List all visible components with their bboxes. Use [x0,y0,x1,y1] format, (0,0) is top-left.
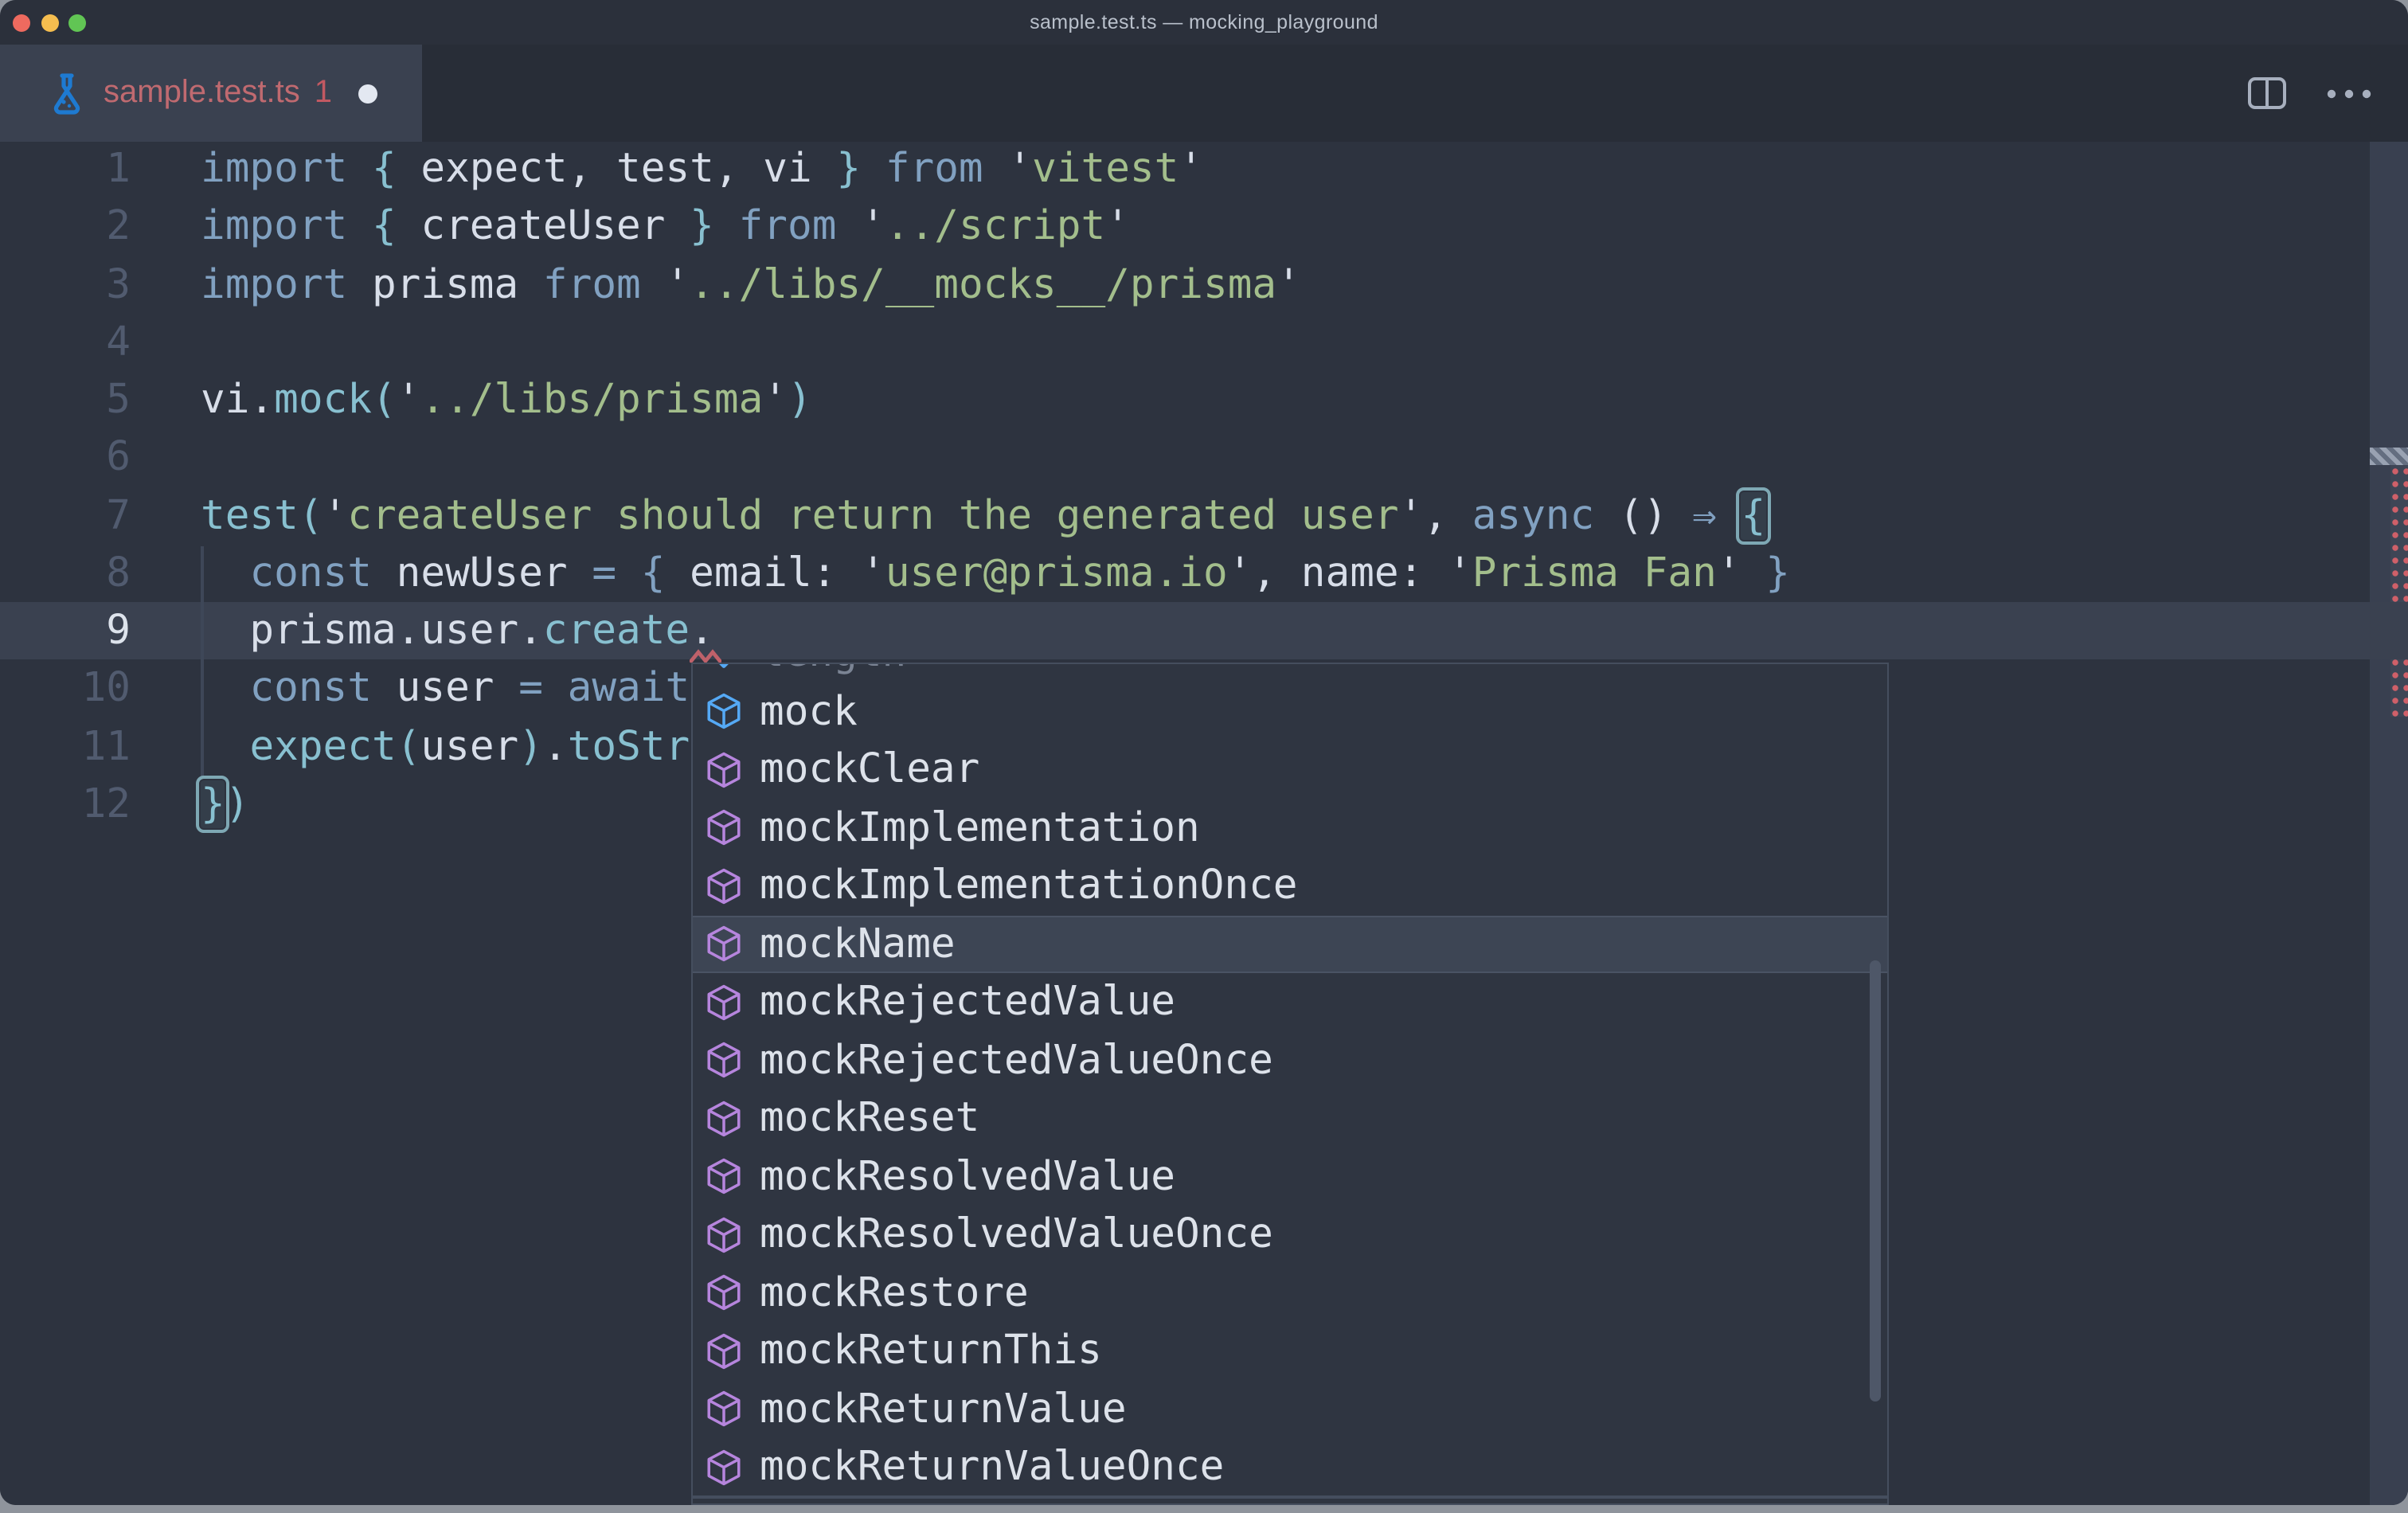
cube-icon [704,1099,744,1139]
line-number: 4 [0,314,131,372]
code-text: prisma.user.create. [201,602,714,660]
cube-icon [704,1157,744,1197]
cube-icon [704,750,744,790]
autocomplete-item[interactable]: mockClear [693,741,1887,799]
code-text: const user = await [201,660,690,718]
line-number: 10 [0,660,131,718]
code-line[interactable]: 6 [0,429,2408,487]
autocomplete-label: mockClear [760,746,979,794]
cube-icon [704,808,744,848]
code-line[interactable]: 8 const newUser = { email: 'user@prisma.… [0,545,2408,603]
line-number: 1 [0,140,131,198]
autocomplete-label: mockRejectedValueOnce [760,1037,1273,1085]
line-number: 8 [0,545,131,603]
flask-test-icon [48,71,86,115]
popup-separator [693,1495,1887,1498]
autocomplete-popup: length mock mockClear mockImplementation moc… [691,663,1889,1505]
code-text: vi.mock('../libs/prisma') [201,371,812,429]
autocomplete-item[interactable]: mockImplementation [693,799,1887,857]
code-line[interactable]: 4 [0,314,2408,372]
cube-icon [704,1041,744,1081]
tab-actions [2247,45,2408,142]
popup-scrollbar-thumb[interactable] [1870,960,1881,1402]
autocomplete-label: mockReturnValueOnce [760,1444,1224,1491]
line-number: 11 [0,717,131,776]
tab-sample-test-ts[interactable]: sample.test.ts 1 [0,45,422,142]
code-text: expect(user).toStri [201,717,714,776]
code-text: test('createUser should return the gener… [201,487,1765,545]
code-line[interactable]: 7 test('createUser should return the gene… [0,487,2408,545]
line-number: 12 [0,776,131,834]
code-text: import { expect, test, vi } from 'vitest… [201,140,1203,198]
line-number: 3 [0,256,131,314]
error-squiggle [690,648,721,664]
autocomplete-label: mockReset [760,1095,979,1143]
autocomplete-item[interactable]: mockReset [693,1089,1887,1147]
code-text: const newUser = { email: 'user@prisma.io… [201,545,1790,603]
autocomplete-item[interactable]: mockReturnValue [693,1380,1887,1438]
autocomplete-label: mockRejectedValue [760,979,1175,1026]
autocomplete-label: mockResolvedValue [760,1153,1175,1201]
autocomplete-label: mockName [760,921,956,968]
cube-icon [704,692,744,732]
autocomplete-label: mockReturnThis [760,1327,1102,1375]
autocomplete-item[interactable]: length [693,663,1887,682]
code-line[interactable]: 1 import { expect, test, vi } from 'vites… [0,140,2408,198]
autocomplete-label: mockRestore [760,1269,1029,1317]
cube-icon [704,1273,744,1313]
autocomplete-item[interactable]: mockRestore [693,1264,1887,1322]
code-text: import prisma from '../libs/__mocks__/pr… [201,256,1301,314]
window-title: sample.test.ts — mocking_playground [0,0,2408,45]
code-text: }) [201,776,249,834]
line-number: 7 [0,487,131,545]
more-actions-icon[interactable] [2325,87,2373,100]
arrow-down-icon [704,663,744,674]
autocomplete-item-selected[interactable]: mockName [693,915,1887,973]
autocomplete-item[interactable]: mockReturnValueOnce [693,1438,1887,1496]
autocomplete-label: mockImplementationOnce [760,862,1298,910]
line-number: 9 [0,602,131,660]
autocomplete-item[interactable]: mockReturnThis [693,1322,1887,1380]
code-line[interactable]: 3 import prisma from '../libs/__mocks__/p… [0,256,2408,314]
cube-icon [704,1448,744,1488]
code-line[interactable]: 9 prisma.user.create. [0,602,2408,660]
autocomplete-item[interactable]: mockRejectedValue [693,973,1887,1031]
modified-dot-icon [358,84,377,103]
cube-icon [704,1390,744,1429]
autocomplete-item[interactable]: mockImplementationOnce [693,857,1887,915]
code-line[interactable]: 2 import { createUser } from '../script' [0,198,2408,256]
autocomplete-item[interactable]: mockResolvedValue [693,1147,1887,1206]
tab-error-count: 1 [315,75,332,111]
line-number: 6 [0,429,131,487]
tab-bar: sample.test.ts 1 [0,45,2408,142]
autocomplete-label: mockImplementation [760,804,1200,852]
editor-window: sample.test.ts — mocking_playground samp… [0,0,2408,1505]
code-text: import { createUser } from '../script' [201,198,1130,256]
cube-icon [704,983,744,1022]
autocomplete-item[interactable]: mockResolvedValueOnce [693,1206,1887,1264]
split-editor-icon[interactable] [2247,76,2287,110]
autocomplete-label: mockResolvedValueOnce [760,1211,1273,1259]
autocomplete-label: mockReturnValue [760,1386,1127,1433]
cube-icon [704,1215,744,1255]
code-line[interactable]: 5 vi.mock('../libs/prisma') [0,371,2408,429]
cube-icon [704,1331,744,1371]
autocomplete-label: length [760,663,906,678]
tab-filename: sample.test.ts [104,75,300,111]
line-number: 5 [0,371,131,429]
autocomplete-item[interactable]: mock [693,682,1887,741]
cube-icon [704,925,744,964]
cube-icon [704,866,744,906]
screen: sample.test.ts — mocking_playground samp… [0,0,2408,1513]
line-number: 2 [0,198,131,256]
autocomplete-label: mock [760,688,858,736]
autocomplete-item[interactable]: mockRejectedValueOnce [693,1031,1887,1089]
titlebar: sample.test.ts — mocking_playground [0,0,2408,45]
